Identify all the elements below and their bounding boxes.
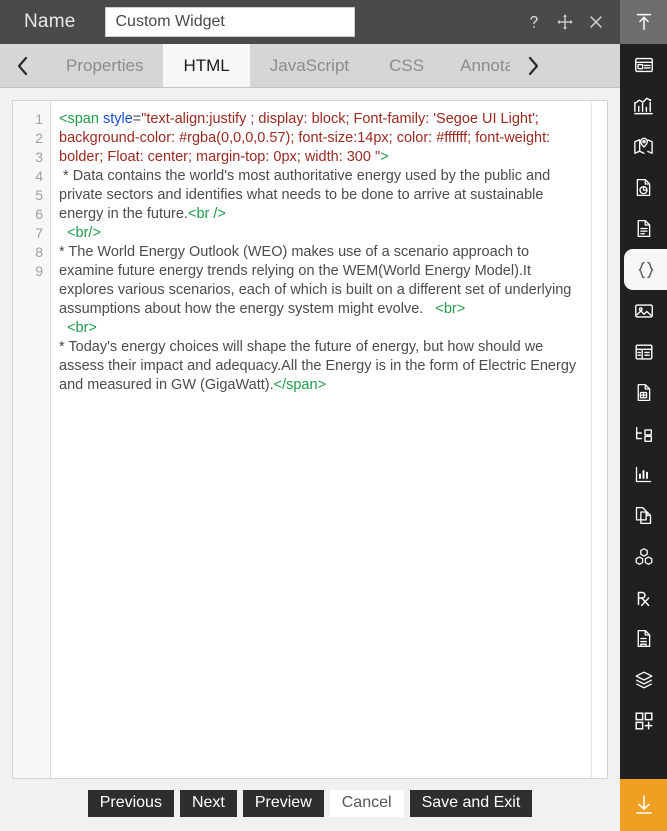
chart-analytics-icon[interactable]: [620, 85, 667, 126]
code-line: <br/>: [59, 224, 585, 243]
code-token-attr: style: [102, 111, 133, 127]
dialog-main-column: Name Custom Widget Properties HTML JavaS…: [0, 0, 620, 831]
code-line: * The World Energy Outlook (WEO) makes u…: [59, 243, 585, 319]
code-token-tag: <span: [59, 111, 103, 127]
code-line: * Today's energy choices will shape the …: [59, 338, 585, 395]
add-widget-icon[interactable]: [620, 700, 667, 741]
line-number: 3: [35, 149, 43, 165]
tab-css[interactable]: CSS: [369, 44, 445, 87]
widget-editor-dialog: Name Custom Widget Properties HTML JavaS…: [0, 0, 667, 831]
dashboard-icon[interactable]: [620, 44, 667, 85]
bar-chart-icon[interactable]: [620, 454, 667, 495]
name-label: Name: [24, 11, 76, 32]
next-button[interactable]: Next: [179, 789, 237, 817]
code-token-tag: <br/>: [59, 225, 101, 241]
dialog-footer: Previous Next Preview Cancel Save and Ex…: [0, 779, 620, 831]
editor-container: 1 2 3 4 5 6 7 8 9 <span style="text-align:justif…: [0, 88, 620, 779]
line-number: 9: [35, 263, 43, 279]
code-content[interactable]: <span style="text-align:justify ; displa…: [51, 101, 591, 778]
widget-name-input[interactable]: Custom Widget: [105, 7, 356, 37]
hierarchy-tree-icon[interactable]: [620, 413, 667, 454]
tab-annotations[interactable]: Annota: [444, 44, 511, 87]
map-pin-icon[interactable]: [620, 126, 667, 167]
preview-button[interactable]: Preview: [242, 789, 324, 817]
table-widget-icon[interactable]: [620, 331, 667, 372]
move-icon[interactable]: [555, 12, 575, 32]
report-pie-icon[interactable]: [620, 167, 667, 208]
line-number: 5: [35, 187, 43, 203]
download-icon[interactable]: [620, 779, 667, 831]
close-icon[interactable]: [586, 12, 606, 32]
save-and-exit-button[interactable]: Save and Exit: [409, 789, 533, 817]
line-number: 6: [35, 206, 43, 222]
layers-icon[interactable]: [620, 659, 667, 700]
code-line: <span style="text-align:justify ; displa…: [59, 110, 585, 167]
tab-html[interactable]: HTML: [163, 44, 250, 87]
prescription-rx-icon[interactable]: [620, 577, 667, 618]
image-icon[interactable]: [620, 290, 667, 331]
line-number: 2: [35, 130, 43, 146]
line-number: 4: [35, 168, 43, 184]
copy-page-icon[interactable]: [620, 495, 667, 536]
line-number: 7: [35, 225, 43, 241]
line-number: 8: [35, 244, 43, 260]
code-token-tag: <br>: [435, 301, 466, 317]
line-number: 1: [35, 111, 43, 127]
code-line: * Data contains the world's most authori…: [59, 167, 585, 224]
dialog-titlebar: Name Custom Widget: [0, 0, 620, 44]
tab-strip: Properties HTML JavaScript CSS Annota: [0, 44, 620, 88]
widget-name-value: Custom Widget: [115, 13, 225, 30]
export-upload-icon[interactable]: [620, 0, 667, 44]
right-toolbar-rail: [620, 0, 667, 831]
editor-scrollbar[interactable]: [591, 101, 607, 778]
tabs-scroll-left-icon[interactable]: [0, 44, 46, 87]
code-token-tag: >: [380, 149, 389, 165]
tab-properties[interactable]: Properties: [46, 44, 164, 87]
titlebar-controls: [524, 12, 612, 32]
rail-spacer: [620, 741, 667, 779]
code-token-tag: </span>: [273, 377, 327, 393]
html-code-editor[interactable]: 1 2 3 4 5 6 7 8 9 <span style="text-align:justif…: [12, 100, 608, 779]
code-braces-icon[interactable]: [624, 249, 667, 290]
help-icon[interactable]: [524, 12, 544, 32]
saved-document-icon[interactable]: [620, 618, 667, 659]
data-grid-file-icon[interactable]: [620, 372, 667, 413]
cubes-icon[interactable]: [620, 536, 667, 577]
line-number-gutter: 1 2 3 4 5 6 7 8 9: [13, 101, 51, 778]
document-icon[interactable]: [620, 208, 667, 249]
cancel-button[interactable]: Cancel: [329, 789, 404, 817]
tabs-scroll-right-icon[interactable]: [510, 44, 557, 87]
code-token-plain: * The World Energy Outlook (WEO) makes u…: [59, 244, 576, 317]
tab-javascript[interactable]: JavaScript: [249, 44, 370, 87]
code-token-tag: <br />: [187, 206, 226, 222]
code-line: <br>: [59, 319, 585, 338]
previous-button[interactable]: Previous: [87, 789, 174, 817]
code-token-tag: <br>: [59, 320, 97, 336]
code-token-plain: =: [132, 111, 142, 127]
code-token-plain: * Data contains the world's most authori…: [59, 168, 555, 222]
